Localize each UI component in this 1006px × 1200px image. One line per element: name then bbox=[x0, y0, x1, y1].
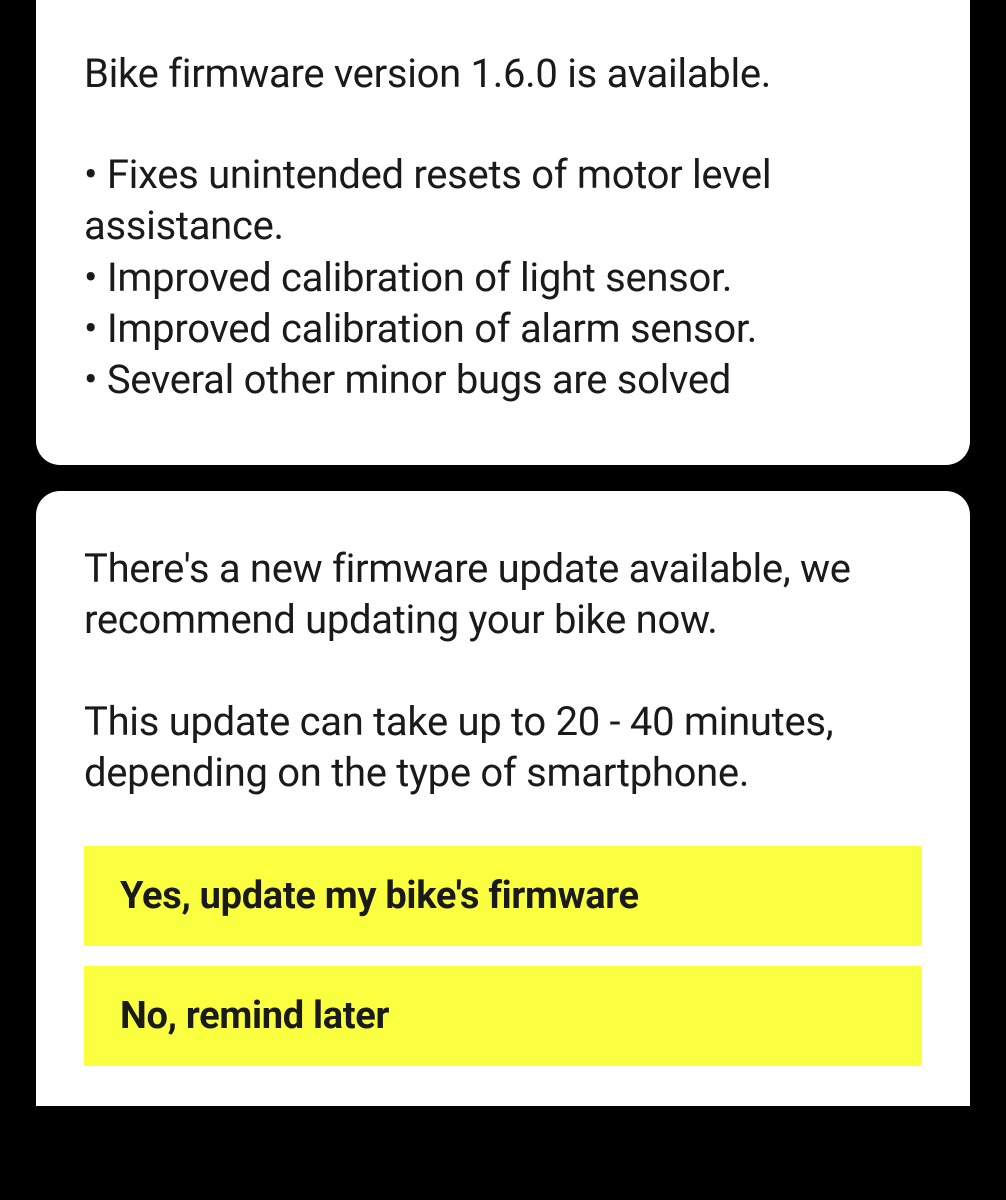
release-bullet-text: Improved calibration of light sensor. bbox=[107, 254, 732, 301]
remind-later-button[interactable]: No, remind later bbox=[84, 966, 922, 1066]
confirm-update-button[interactable]: Yes, update my bike's firmware bbox=[84, 846, 922, 946]
update-prompt-buttons: Yes, update my bike's firmware No, remin… bbox=[84, 846, 922, 1066]
release-bullet-text: Fixes unintended resets of motor level a… bbox=[84, 151, 771, 249]
release-headline: Bike firmware version 1.6.0 is available… bbox=[84, 48, 922, 99]
update-prompt-text: There's a new firmware update available,… bbox=[84, 543, 922, 798]
update-prompt-card: There's a new firmware update available,… bbox=[36, 491, 970, 1106]
release-bullet: • Improved calibration of alarm sensor. bbox=[84, 303, 922, 354]
release-bullets: • Fixes unintended resets of motor level… bbox=[84, 149, 922, 405]
release-bullet: • Fixes unintended resets of motor level… bbox=[84, 149, 922, 251]
release-bullet-text: Improved calibration of alarm sensor. bbox=[107, 305, 757, 352]
release-bullet-text: Several other minor bugs are solved bbox=[107, 356, 731, 403]
update-prompt-paragraph: This update can take up to 20 - 40 minut… bbox=[84, 696, 922, 798]
release-bullet: • Several other minor bugs are solved bbox=[84, 354, 922, 405]
release-bullet: • Improved calibration of light sensor. bbox=[84, 252, 922, 303]
update-prompt-paragraph: There's a new firmware update available,… bbox=[84, 543, 922, 645]
release-notes-card: Bike firmware version 1.6.0 is available… bbox=[36, 0, 970, 465]
